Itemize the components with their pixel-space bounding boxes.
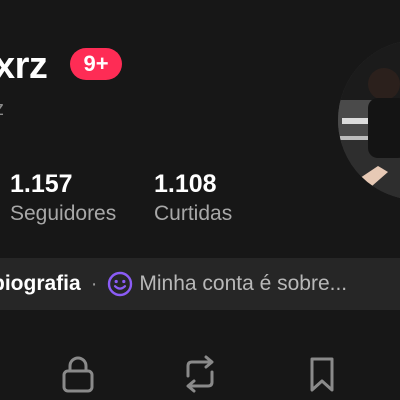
- bio-bar[interactable]: biografia · Minha conta é sobre...: [0, 258, 400, 310]
- followers-stat[interactable]: 1.157 Seguidores: [10, 168, 116, 228]
- bio-prompt[interactable]: Minha conta é sobre...: [139, 272, 347, 296]
- repost-icon[interactable]: [180, 354, 220, 394]
- followers-count: 1.157: [10, 170, 73, 198]
- bookmark-icon[interactable]: [302, 354, 342, 394]
- bio-separator: ·: [90, 272, 98, 295]
- avatar[interactable]: [338, 40, 400, 200]
- likes-count: 1.108: [154, 170, 217, 198]
- likes-stat[interactable]: 1.108 Curtidas: [154, 168, 232, 228]
- profile-screen: xrz 9+ z 1.157 Seguidores 1.108 Curtidas…: [0, 0, 400, 400]
- profile-handle: z: [0, 96, 4, 122]
- notification-badge[interactable]: 9+: [70, 48, 122, 80]
- smile-icon: [108, 271, 133, 297]
- add-bio-button[interactable]: biografia: [0, 272, 81, 296]
- profile-username: xrz: [0, 45, 48, 87]
- likes-label: Curtidas: [154, 202, 233, 225]
- profile-photo: [338, 40, 400, 200]
- followers-label: Seguidores: [10, 202, 117, 225]
- lock-icon[interactable]: [58, 354, 98, 394]
